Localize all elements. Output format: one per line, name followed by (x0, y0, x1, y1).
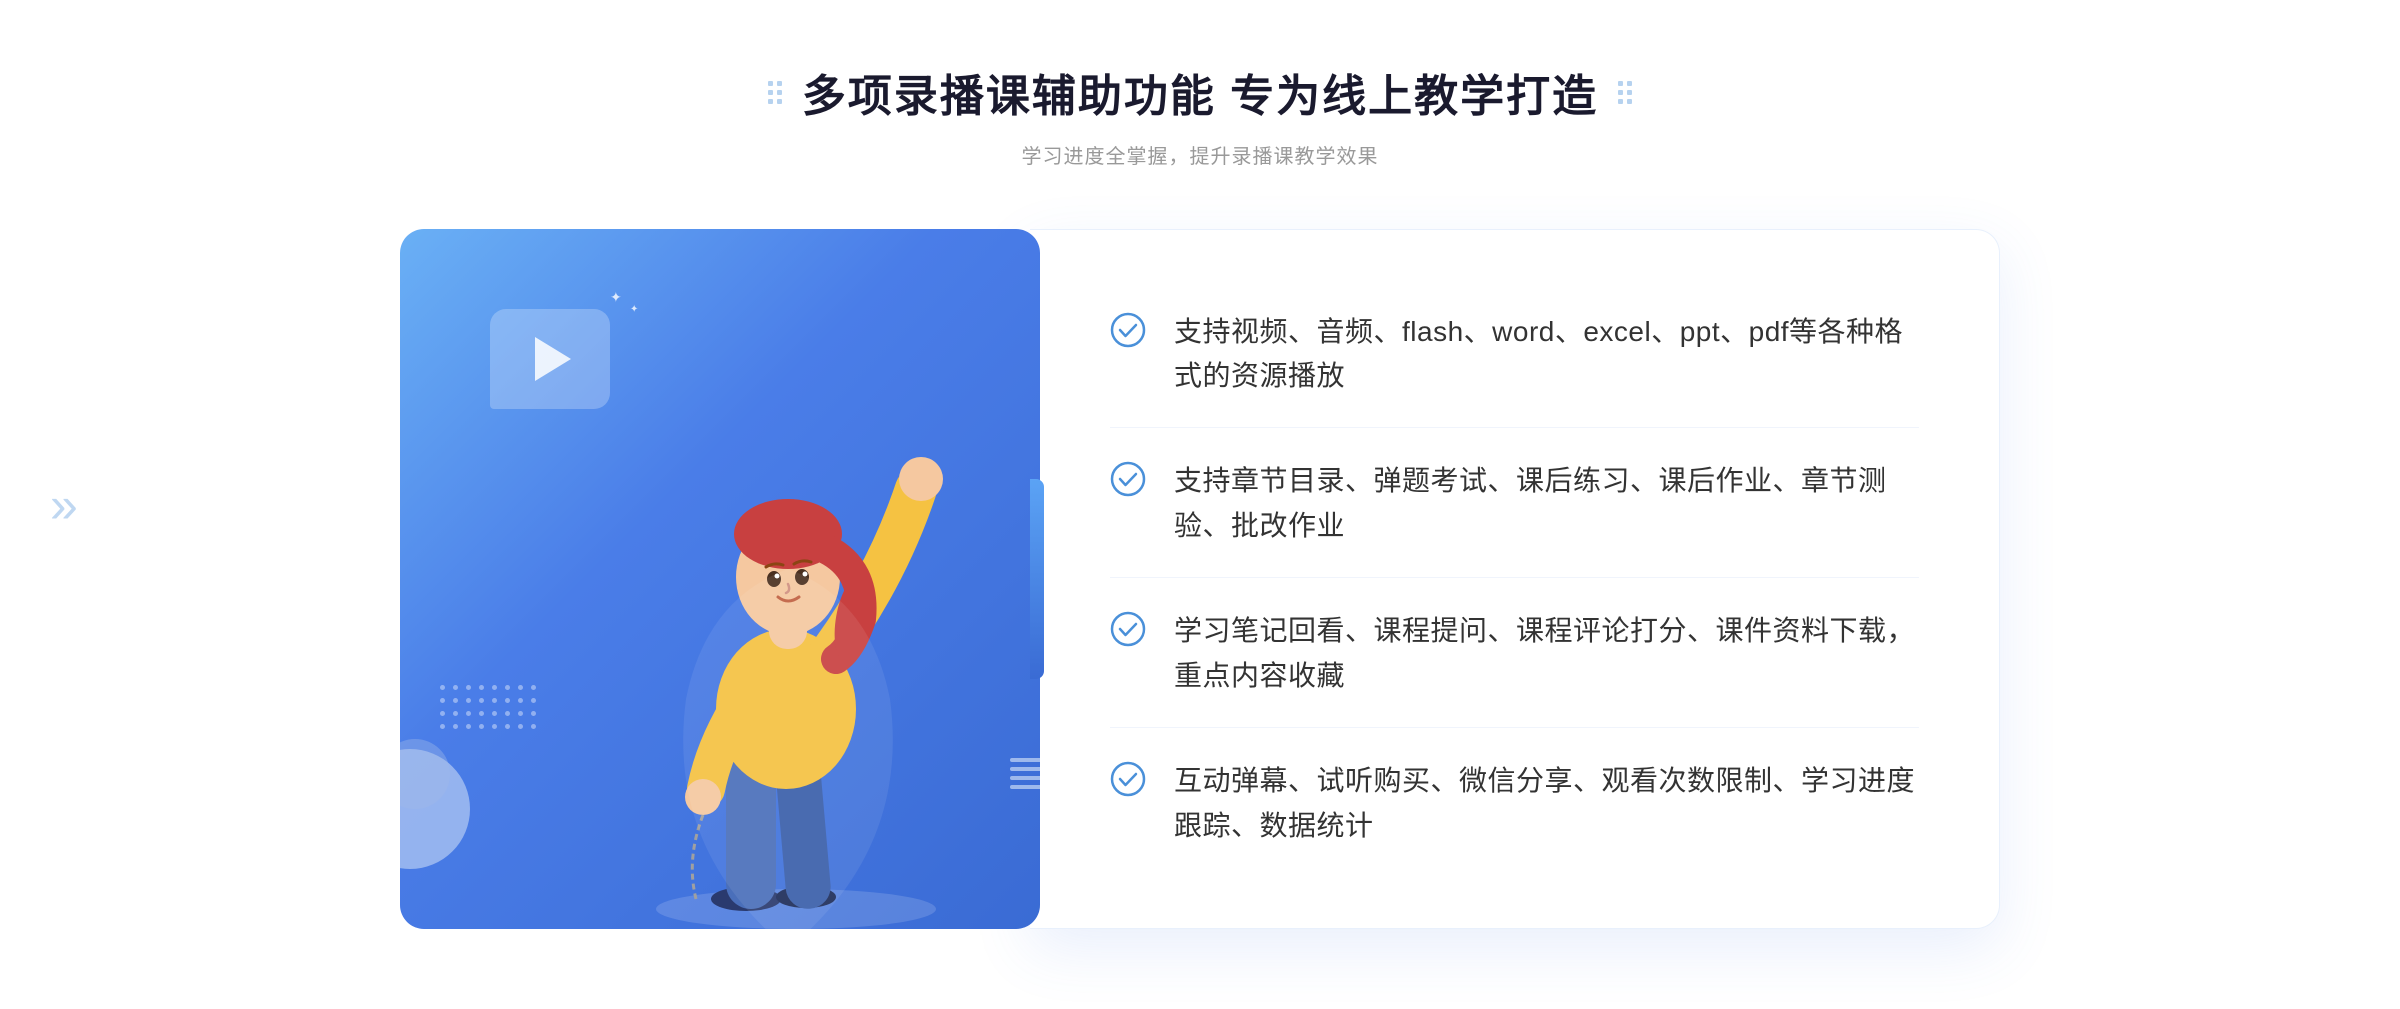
check-icon-1 (1110, 312, 1146, 348)
feature-item-2: 支持章节目录、弹题考试、课后练习、课后作业、章节测验、批改作业 (1110, 431, 1919, 578)
play-bubble (490, 309, 610, 409)
feature-item-3: 学习笔记回看、课程提问、课程评论打分、课件资料下载，重点内容收藏 (1110, 581, 1919, 728)
lines-decoration (1010, 758, 1040, 789)
page-container: » 多项录播课辅助功能 专为线上教学打造 (0, 0, 2400, 1009)
person-figure (606, 349, 986, 929)
title-decoration-left (768, 81, 782, 104)
feature-item-4: 互动弹幕、试听购买、微信分享、观看次数限制、学习进度跟踪、数据统计 (1110, 731, 1919, 877)
illustration-dots (440, 685, 536, 729)
sparkle-1: ✦ (610, 289, 622, 306)
title-row: 多项录播课辅助功能 专为线上教学打造 (768, 60, 1632, 124)
sub-title: 学习进度全掌握，提升录播课教学效果 (768, 140, 1632, 169)
feature-text-4: 互动弹幕、试听购买、微信分享、观看次数限制、学习进度跟踪、数据统计 (1174, 759, 1919, 849)
left-chevron-decoration: » (50, 476, 78, 534)
header-section: 多项录播课辅助功能 专为线上教学打造 学习进度全掌握，提升录播课教学效果 (768, 60, 1632, 169)
content-area: ✦ ✦ (400, 229, 2000, 929)
blue-tab-divider (1030, 479, 1044, 679)
check-icon-3 (1110, 611, 1146, 647)
feature-text-2: 支持章节目录、弹题考试、课后练习、课后作业、章节测验、批改作业 (1174, 459, 1919, 549)
illustration-card: ✦ ✦ (400, 229, 1040, 929)
feature-text-1: 支持视频、音频、flash、word、excel、ppt、pdf等各种格式的资源… (1174, 310, 1919, 400)
check-icon-2 (1110, 461, 1146, 497)
check-icon-4 (1110, 761, 1146, 797)
features-card: 支持视频、音频、flash、word、excel、ppt、pdf等各种格式的资源… (1030, 229, 2000, 929)
sparkle-2: ✦ (630, 304, 638, 315)
feature-item-1: 支持视频、音频、flash、word、excel、ppt、pdf等各种格式的资源… (1110, 282, 1919, 429)
title-decoration-right (1618, 81, 1632, 104)
main-title: 多项录播课辅助功能 专为线上教学打造 (802, 60, 1598, 124)
feature-text-3: 学习笔记回看、课程提问、课程评论打分、课件资料下载，重点内容收藏 (1174, 609, 1919, 699)
play-icon (535, 337, 571, 381)
